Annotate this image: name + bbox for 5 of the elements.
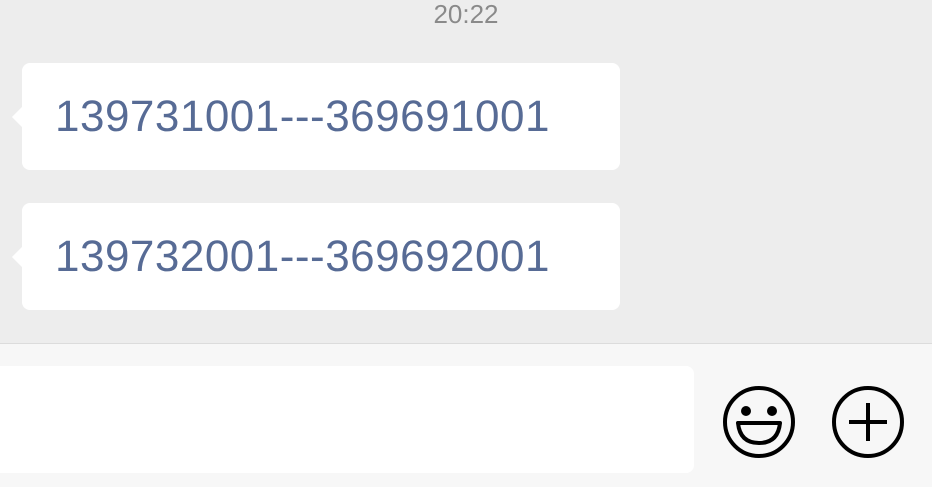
add-icon[interactable] — [831, 385, 905, 459]
timestamp: 20:22 — [433, 0, 499, 28]
message-text: 139732001---369692001 — [55, 230, 550, 282]
message-text: 139731001---369691001 — [55, 90, 550, 142]
emoji-icon[interactable] — [722, 385, 796, 459]
